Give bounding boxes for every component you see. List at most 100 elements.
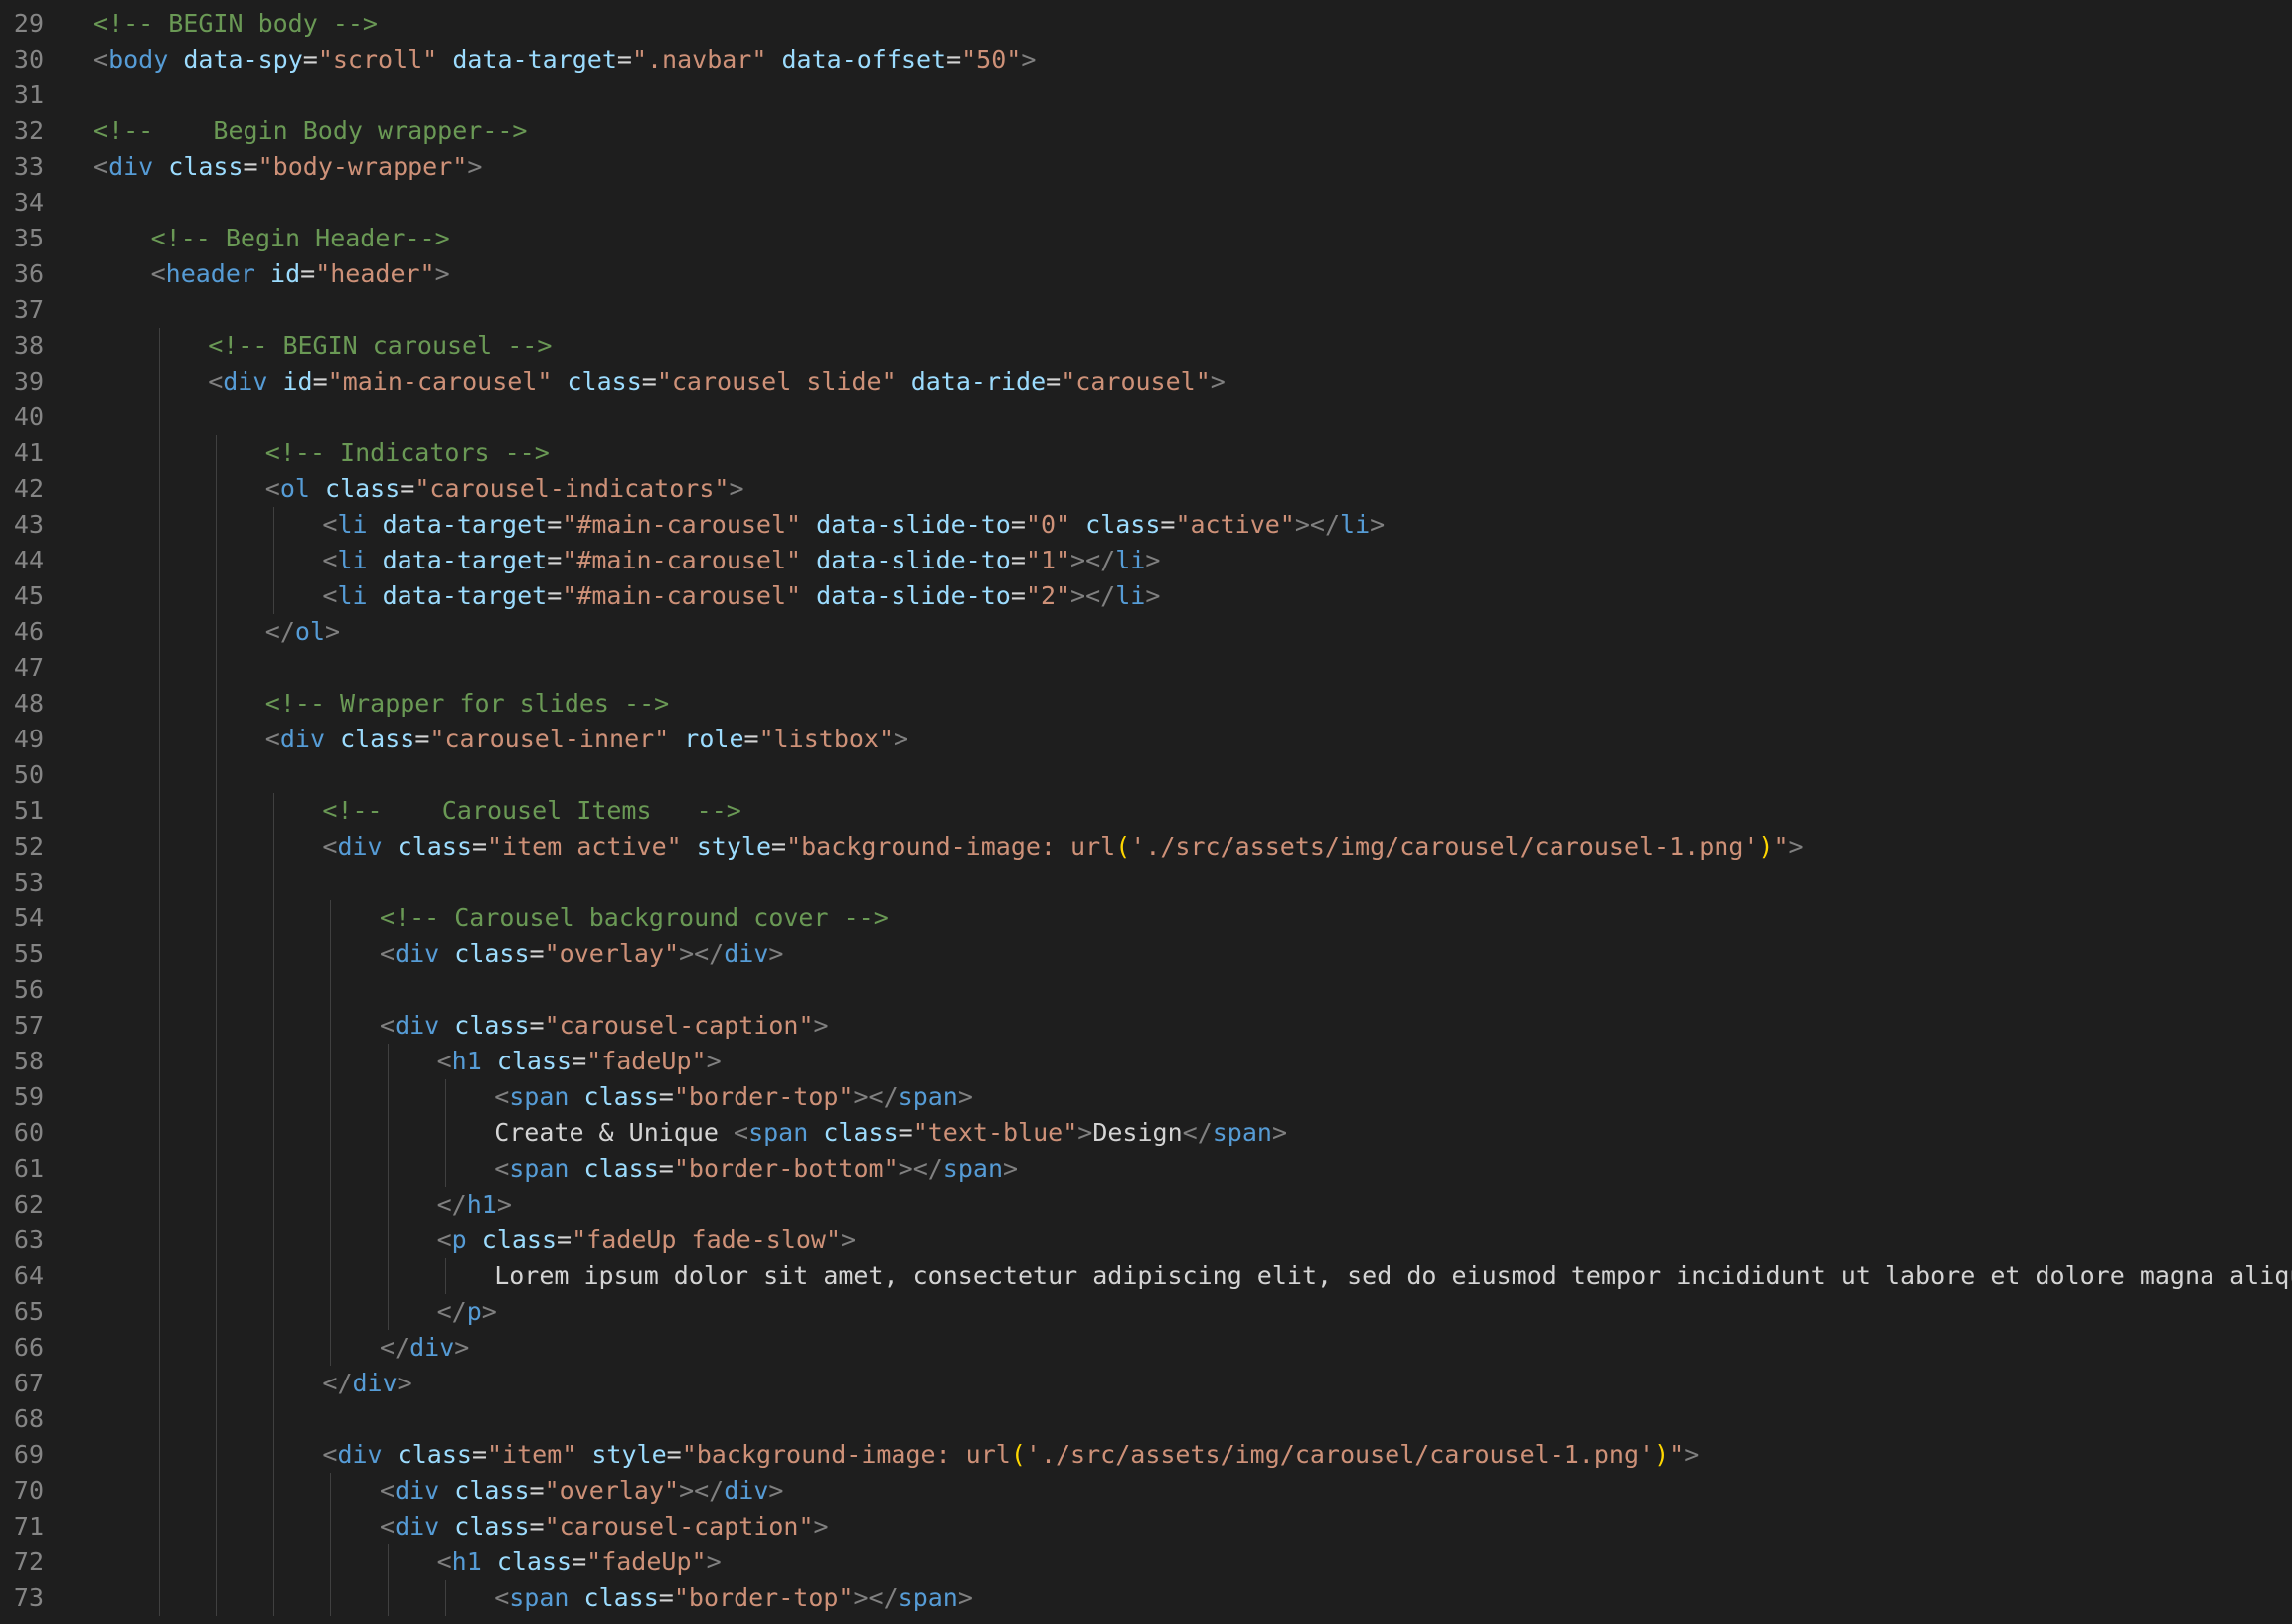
token-punct: </ <box>436 1190 467 1218</box>
code-line[interactable]: 36 <header id="header"> <box>0 256 2292 292</box>
code-line[interactable]: 45 <li data-target="#main-carousel" data-… <box>0 578 2292 614</box>
code-line[interactable]: 46 </ol> <box>0 614 2292 650</box>
token-tag: div <box>395 1512 440 1541</box>
token-eq: = <box>302 45 318 74</box>
code-line[interactable]: 29 <!-- BEGIN body --> <box>0 6 2292 42</box>
token-str: "fadeUp fade-slow" <box>572 1225 842 1254</box>
code-line[interactable]: 44 <li data-target="#main-carousel" data-… <box>0 543 2292 578</box>
code-line[interactable]: 57 <div class="carousel-caption"> <box>0 1008 2292 1044</box>
code-line[interactable]: 51 <!-- Carousel Items --> <box>0 793 2292 829</box>
code-line[interactable]: 39 <div id="main-carousel" class="carouse… <box>0 364 2292 400</box>
token-punct: > <box>1003 1154 1019 1183</box>
token-punct: > <box>894 725 909 753</box>
code-line[interactable]: 42 <ol class="carousel-indicators"> <box>0 471 2292 507</box>
line-number: 51 <box>13 796 44 825</box>
token-eq: = <box>771 832 787 861</box>
token-attr: class <box>325 474 401 503</box>
code-line[interactable]: 41 <!-- Indicators --> <box>0 435 2292 471</box>
code-line[interactable]: 32 <!-- Begin Body wrapper--> <box>0 113 2292 149</box>
token-attr: data-target <box>382 546 548 574</box>
token-tag: h1 <box>466 1190 497 1218</box>
token-attr: data-offset <box>781 45 947 74</box>
code-line[interactable]: 47 <box>0 650 2292 686</box>
code-line[interactable]: 56 <box>0 972 2292 1008</box>
line-number: 32 <box>13 116 44 145</box>
code-line[interactable]: 53 <box>0 865 2292 900</box>
token-punct: > <box>434 259 450 288</box>
token-tag: span <box>509 1583 570 1612</box>
token-punct: ></ <box>1070 546 1116 574</box>
code-line[interactable]: 64 Lorem ipsum dolor sit amet, consectetu… <box>0 1258 2292 1294</box>
token-punct: </ <box>380 1333 410 1362</box>
line-number: 61 <box>13 1154 44 1183</box>
code-line[interactable]: 30 <body data-spy="scroll" data-target=".… <box>0 42 2292 78</box>
code-line[interactable]: 43 <li data-target="#main-carousel" data-… <box>0 507 2292 543</box>
token-attr: class <box>454 1512 530 1541</box>
code-line[interactable]: 38 <!-- BEGIN carousel --> <box>0 328 2292 364</box>
token-punct: < <box>436 1047 452 1075</box>
code-line[interactable]: 65 </p> <box>0 1294 2292 1330</box>
token-attr: data-slide-to <box>816 546 1011 574</box>
code-line[interactable]: 73 <span class="border-top"></span> <box>0 1580 2292 1616</box>
line-code: <div class="carousel-caption"> <box>380 1008 829 1044</box>
token-eq: = <box>471 1440 487 1469</box>
token-attr: data-spy <box>183 45 303 74</box>
code-line[interactable]: 66 </div> <box>0 1330 2292 1366</box>
line-number: 29 <box>13 9 44 38</box>
token-punct: < <box>494 1154 510 1183</box>
token-tag: div <box>108 152 154 181</box>
token-punct: < <box>322 546 338 574</box>
token-eq: = <box>658 1082 674 1111</box>
code-line[interactable]: 35 <!-- Begin Header--> <box>0 221 2292 256</box>
token-eq: = <box>557 1225 573 1254</box>
token-attr: id <box>270 259 301 288</box>
code-line[interactable]: 67 </div> <box>0 1366 2292 1401</box>
code-line[interactable]: 59 <span class="border-top"></span> <box>0 1079 2292 1115</box>
code-line[interactable]: 40 <box>0 400 2292 435</box>
token-attr: class <box>481 1225 558 1254</box>
code-line[interactable]: 52 <div class="item active" style="backgr… <box>0 829 2292 865</box>
line-code: Create & Unique <span class="text-blue">… <box>494 1115 1287 1151</box>
code-line[interactable]: 62 </h1> <box>0 1187 2292 1222</box>
code-line[interactable]: 70 <div class="overlay"></div> <box>0 1473 2292 1509</box>
code-line[interactable]: 49 <div class="carousel-inner" role="list… <box>0 722 2292 757</box>
code-line[interactable]: 61 <span class="border-bottom"></span> <box>0 1151 2292 1187</box>
code-line[interactable]: 68 <box>0 1401 2292 1437</box>
code-line[interactable]: 55 <div class="overlay"></div> <box>0 936 2292 972</box>
code-line[interactable]: 69 <div class="item" style="background-im… <box>0 1437 2292 1473</box>
token-str: "body-wrapper" <box>257 152 468 181</box>
code-line[interactable]: 71 <div class="carousel-caption"> <box>0 1509 2292 1544</box>
line-code: <!-- Wrapper for slides --> <box>265 686 669 722</box>
code-line[interactable]: 33 <div class="body-wrapper"> <box>0 149 2292 185</box>
code-line[interactable]: 60 Create & Unique <span class="text-blue… <box>0 1115 2292 1151</box>
token-attr: data-target <box>382 581 548 610</box>
code-line[interactable]: 63 <p class="fadeUp fade-slow"> <box>0 1222 2292 1258</box>
code-line[interactable]: 72 <h1 class="fadeUp"> <box>0 1544 2292 1580</box>
code-editor[interactable]: 29 <!-- BEGIN body --> 30 <body data-spy="s… <box>0 0 2292 1624</box>
token-str: " <box>1773 832 1789 861</box>
token-str: "carousel-indicators" <box>414 474 730 503</box>
token-attr: class <box>397 832 472 861</box>
code-line[interactable]: 58 <h1 class="fadeUp"> <box>0 1044 2292 1079</box>
token-comment: <!-- Carousel background cover --> <box>380 903 889 932</box>
token-text: Design <box>1092 1118 1183 1147</box>
code-line[interactable]: 48 <!-- Wrapper for slides --> <box>0 686 2292 722</box>
code-line[interactable]: 34 <box>0 185 2292 221</box>
code-line[interactable]: 50 <box>0 757 2292 793</box>
line-number: 43 <box>13 510 44 539</box>
code-line[interactable]: 31 <box>0 78 2292 113</box>
token-attr: class <box>583 1082 659 1111</box>
line-number: 67 <box>13 1369 44 1397</box>
code-line[interactable]: 37 <box>0 292 2292 328</box>
code-line[interactable]: 54 <!-- Carousel background cover --> <box>0 900 2292 936</box>
